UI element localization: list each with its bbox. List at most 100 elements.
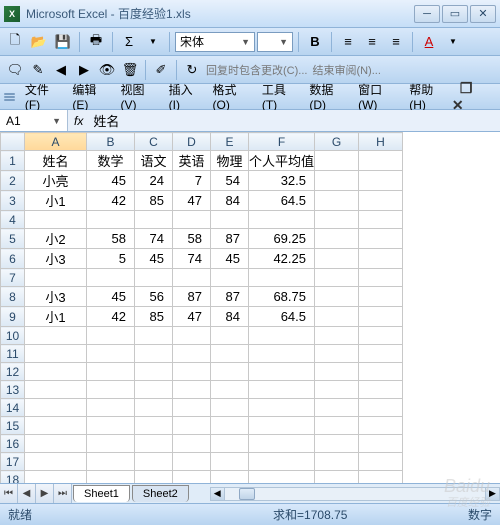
font-size-box[interactable]: ▼ (257, 32, 293, 52)
cell-G14[interactable] (315, 399, 359, 417)
column-header-C[interactable]: C (135, 133, 173, 151)
cell-H7[interactable] (359, 269, 403, 287)
sheet-tab-sheet1[interactable]: Sheet1 (73, 485, 130, 502)
cell-C2[interactable]: 24 (135, 171, 173, 191)
cell-F7[interactable] (249, 269, 315, 287)
cell-C16[interactable] (135, 435, 173, 453)
cell-D11[interactable] (173, 345, 211, 363)
cell-D12[interactable] (173, 363, 211, 381)
cell-G6[interactable] (315, 249, 359, 269)
cell-G8[interactable] (315, 287, 359, 307)
cell-B4[interactable] (87, 211, 135, 229)
cell-D3[interactable]: 47 (173, 191, 211, 211)
row-header-18[interactable]: 18 (1, 471, 25, 484)
cell-H11[interactable] (359, 345, 403, 363)
cell-C17[interactable] (135, 453, 173, 471)
cell-G7[interactable] (315, 269, 359, 287)
cell-B8[interactable]: 45 (87, 287, 135, 307)
cell-C9[interactable]: 85 (135, 307, 173, 327)
name-box[interactable]: A1 ▼ (0, 110, 68, 131)
cell-A13[interactable] (25, 381, 87, 399)
cell-A16[interactable] (25, 435, 87, 453)
column-header-E[interactable]: E (211, 133, 249, 151)
cell-B7[interactable] (87, 269, 135, 287)
cell-G4[interactable] (315, 211, 359, 229)
cell-F1[interactable]: 个人平均值 (249, 151, 315, 171)
column-header-H[interactable]: H (359, 133, 403, 151)
cell-D17[interactable] (173, 453, 211, 471)
cell-E15[interactable] (211, 417, 249, 435)
cell-B11[interactable] (87, 345, 135, 363)
cell-B6[interactable]: 5 (87, 249, 135, 269)
column-header-F[interactable]: F (249, 133, 315, 151)
cell-A5[interactable]: 小2 (25, 229, 87, 249)
sheet-nav-prev[interactable]: ◀ (18, 484, 36, 503)
cell-H12[interactable] (359, 363, 403, 381)
select-all-corner[interactable] (1, 133, 25, 151)
cell-G18[interactable] (315, 471, 359, 484)
cell-H13[interactable] (359, 381, 403, 399)
cell-B16[interactable] (87, 435, 135, 453)
cell-E12[interactable] (211, 363, 249, 381)
cell-D10[interactable] (173, 327, 211, 345)
cell-D7[interactable] (173, 269, 211, 287)
row-header-14[interactable]: 14 (1, 399, 25, 417)
cell-E2[interactable]: 54 (211, 171, 249, 191)
cell-B17[interactable] (87, 453, 135, 471)
cell-E6[interactable]: 45 (211, 249, 249, 269)
cell-F3[interactable]: 64.5 (249, 191, 315, 211)
cell-G9[interactable] (315, 307, 359, 327)
cell-E14[interactable] (211, 399, 249, 417)
cell-E4[interactable] (211, 211, 249, 229)
new-icon[interactable]: 🗋 (4, 31, 26, 53)
cell-H10[interactable] (359, 327, 403, 345)
align-left-icon[interactable]: ≡ (337, 31, 359, 53)
font-name-box[interactable]: 宋体 ▼ (175, 32, 255, 52)
cell-E5[interactable]: 87 (211, 229, 249, 249)
cell-A15[interactable] (25, 417, 87, 435)
cell-F6[interactable]: 42.25 (249, 249, 315, 269)
sum-icon[interactable]: Σ (118, 31, 140, 53)
cell-F2[interactable]: 32.5 (249, 171, 315, 191)
doc-restore-button[interactable]: ❐ (460, 80, 473, 96)
cell-A17[interactable] (25, 453, 87, 471)
row-header-2[interactable]: 2 (1, 171, 25, 191)
cell-B13[interactable] (87, 381, 135, 399)
print-icon[interactable]: 🖶 (85, 31, 107, 53)
row-header-17[interactable]: 17 (1, 453, 25, 471)
row-header-3[interactable]: 3 (1, 191, 25, 211)
cell-H16[interactable] (359, 435, 403, 453)
bold-icon[interactable]: B (304, 31, 326, 53)
cell-D18[interactable] (173, 471, 211, 484)
cell-A6[interactable]: 小3 (25, 249, 87, 269)
fx-icon[interactable]: fx (74, 114, 83, 128)
cell-E10[interactable] (211, 327, 249, 345)
row-header-13[interactable]: 13 (1, 381, 25, 399)
row-header-6[interactable]: 6 (1, 249, 25, 269)
cell-A9[interactable]: 小1 (25, 307, 87, 327)
cell-B14[interactable] (87, 399, 135, 417)
cell-F4[interactable] (249, 211, 315, 229)
cell-F12[interactable] (249, 363, 315, 381)
row-header-5[interactable]: 5 (1, 229, 25, 249)
toolbar-grip[interactable] (4, 93, 15, 101)
cell-C4[interactable] (135, 211, 173, 229)
row-header-16[interactable]: 16 (1, 435, 25, 453)
cell-C8[interactable]: 56 (135, 287, 173, 307)
row-header-11[interactable]: 11 (1, 345, 25, 363)
cell-H14[interactable] (359, 399, 403, 417)
cell-D15[interactable] (173, 417, 211, 435)
cell-D1[interactable]: 英语 (173, 151, 211, 171)
row-header-9[interactable]: 9 (1, 307, 25, 327)
cell-A10[interactable] (25, 327, 87, 345)
cell-G13[interactable] (315, 381, 359, 399)
cell-D16[interactable] (173, 435, 211, 453)
cell-A11[interactable] (25, 345, 87, 363)
cell-B2[interactable]: 45 (87, 171, 135, 191)
font-color-icon[interactable]: A (418, 31, 440, 53)
cell-E1[interactable]: 物理 (211, 151, 249, 171)
cell-F8[interactable]: 68.75 (249, 287, 315, 307)
cell-C11[interactable] (135, 345, 173, 363)
cell-D14[interactable] (173, 399, 211, 417)
cell-A8[interactable]: 小3 (25, 287, 87, 307)
